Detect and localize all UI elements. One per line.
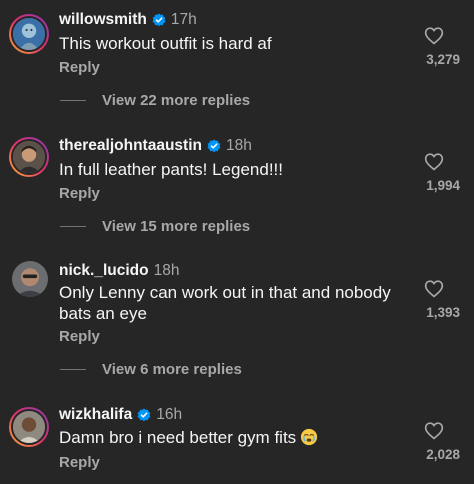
timestamp: 17h xyxy=(170,11,197,28)
comment-text: This workout outfit is hard af xyxy=(59,34,272,53)
timestamp: 18h xyxy=(153,262,180,279)
username[interactable]: nick._lucido xyxy=(59,262,149,280)
view-more-replies-button[interactable]: View 6 more replies xyxy=(60,361,242,378)
face-with-tears-emoji xyxy=(301,428,318,446)
verified-badge-icon xyxy=(207,139,221,153)
divider-line xyxy=(60,226,86,227)
verified-badge-icon xyxy=(137,408,151,422)
reply-button[interactable]: Reply xyxy=(59,59,100,76)
avatar-image xyxy=(13,18,45,50)
avatar[interactable] xyxy=(9,407,49,447)
view-more-replies-label: View 22 more replies xyxy=(102,92,251,109)
avatar-image xyxy=(13,141,45,173)
avatar[interactable] xyxy=(12,261,48,297)
like-count: 1,393 xyxy=(426,305,460,320)
username[interactable]: therealjohntaaustin xyxy=(59,137,202,155)
avatar[interactable] xyxy=(9,137,49,177)
like-group: 2,028 xyxy=(408,421,460,462)
like-group: 3,279 xyxy=(408,26,460,67)
comment-header: wizkhalifa 16h xyxy=(59,406,182,424)
view-more-replies-label: View 15 more replies xyxy=(102,218,251,235)
view-more-replies-button[interactable]: View 22 more replies xyxy=(60,92,250,109)
username[interactable]: willowsmith xyxy=(59,11,147,29)
verified-badge-icon xyxy=(152,13,166,27)
like-group: 1,393 xyxy=(408,279,460,320)
avatar-image xyxy=(13,411,45,443)
comment-header: nick._lucido 18h xyxy=(59,262,179,280)
avatar-image xyxy=(12,261,48,297)
avatar[interactable] xyxy=(9,14,49,54)
view-more-replies-label: View 6 more replies xyxy=(102,361,242,378)
heart-icon[interactable] xyxy=(424,26,444,45)
timestamp: 18h xyxy=(225,137,252,154)
like-count: 3,279 xyxy=(426,52,460,67)
comment-header: therealjohntaaustin 18h xyxy=(59,137,252,155)
heart-icon[interactable] xyxy=(424,152,444,171)
divider-line xyxy=(60,100,86,101)
comment-text: In full leather pants! Legend!!! xyxy=(59,160,283,179)
view-more-replies-button[interactable]: View 15 more replies xyxy=(60,218,250,235)
divider-line xyxy=(60,369,86,370)
comment-text: Only Lenny can work out in that and nobo… xyxy=(59,283,391,323)
like-count: 1,994 xyxy=(426,178,460,193)
comment-header: willowsmith 17h xyxy=(59,11,197,29)
reply-button[interactable]: Reply xyxy=(59,328,100,345)
username[interactable]: wizkhalifa xyxy=(59,406,132,424)
comment-text-row: Damn bro i need better gym fits xyxy=(59,427,419,448)
reply-button[interactable]: Reply xyxy=(59,454,100,471)
timestamp: 16h xyxy=(156,406,183,423)
reply-button[interactable]: Reply xyxy=(59,185,100,202)
like-group: 1,994 xyxy=(408,152,460,193)
heart-icon[interactable] xyxy=(424,279,444,298)
comment-text: Damn bro i need better gym fits xyxy=(59,428,297,447)
heart-icon[interactable] xyxy=(424,421,444,440)
like-count: 2,028 xyxy=(426,447,460,462)
